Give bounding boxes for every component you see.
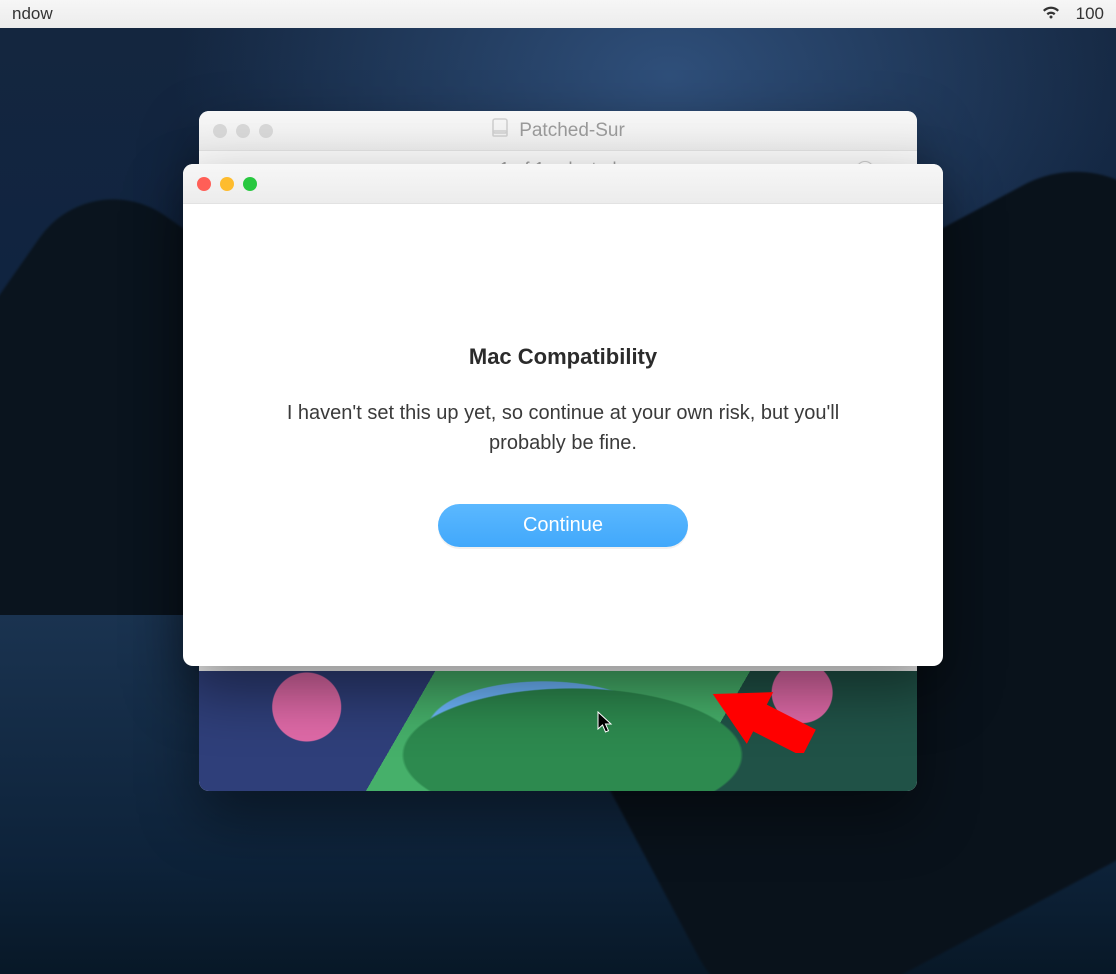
dialog-body: Mac Compatibility I haven't set this up …: [183, 204, 943, 547]
minimize-button[interactable]: [220, 177, 234, 191]
maximize-button[interactable]: [243, 177, 257, 191]
battery-text: 100: [1076, 4, 1104, 24]
wifi-icon[interactable]: [1040, 4, 1062, 25]
app-artwork: [199, 671, 917, 791]
maximize-button-back[interactable]: [259, 124, 273, 138]
traffic-lights-front: [197, 177, 257, 191]
traffic-lights-back: [213, 124, 273, 138]
continue-button[interactable]: Continue: [438, 504, 688, 547]
close-button-back[interactable]: [213, 124, 227, 138]
menu-bar: ndow 100: [0, 0, 1116, 28]
finder-titlebar[interactable]: Patched-Sur: [199, 111, 917, 151]
menu-item-window[interactable]: ndow: [12, 4, 53, 23]
dialog-heading: Mac Compatibility: [215, 344, 911, 370]
finder-title-text: Patched-Sur: [519, 120, 625, 142]
dialog-message: I haven't set this up yet, so continue a…: [248, 398, 878, 458]
disk-icon: [491, 118, 509, 144]
minimize-button-back[interactable]: [236, 124, 250, 138]
dialog-titlebar[interactable]: [183, 164, 943, 204]
close-button[interactable]: [197, 177, 211, 191]
finder-title: Patched-Sur: [491, 118, 625, 144]
dialog-window: Mac Compatibility I haven't set this up …: [183, 164, 943, 666]
